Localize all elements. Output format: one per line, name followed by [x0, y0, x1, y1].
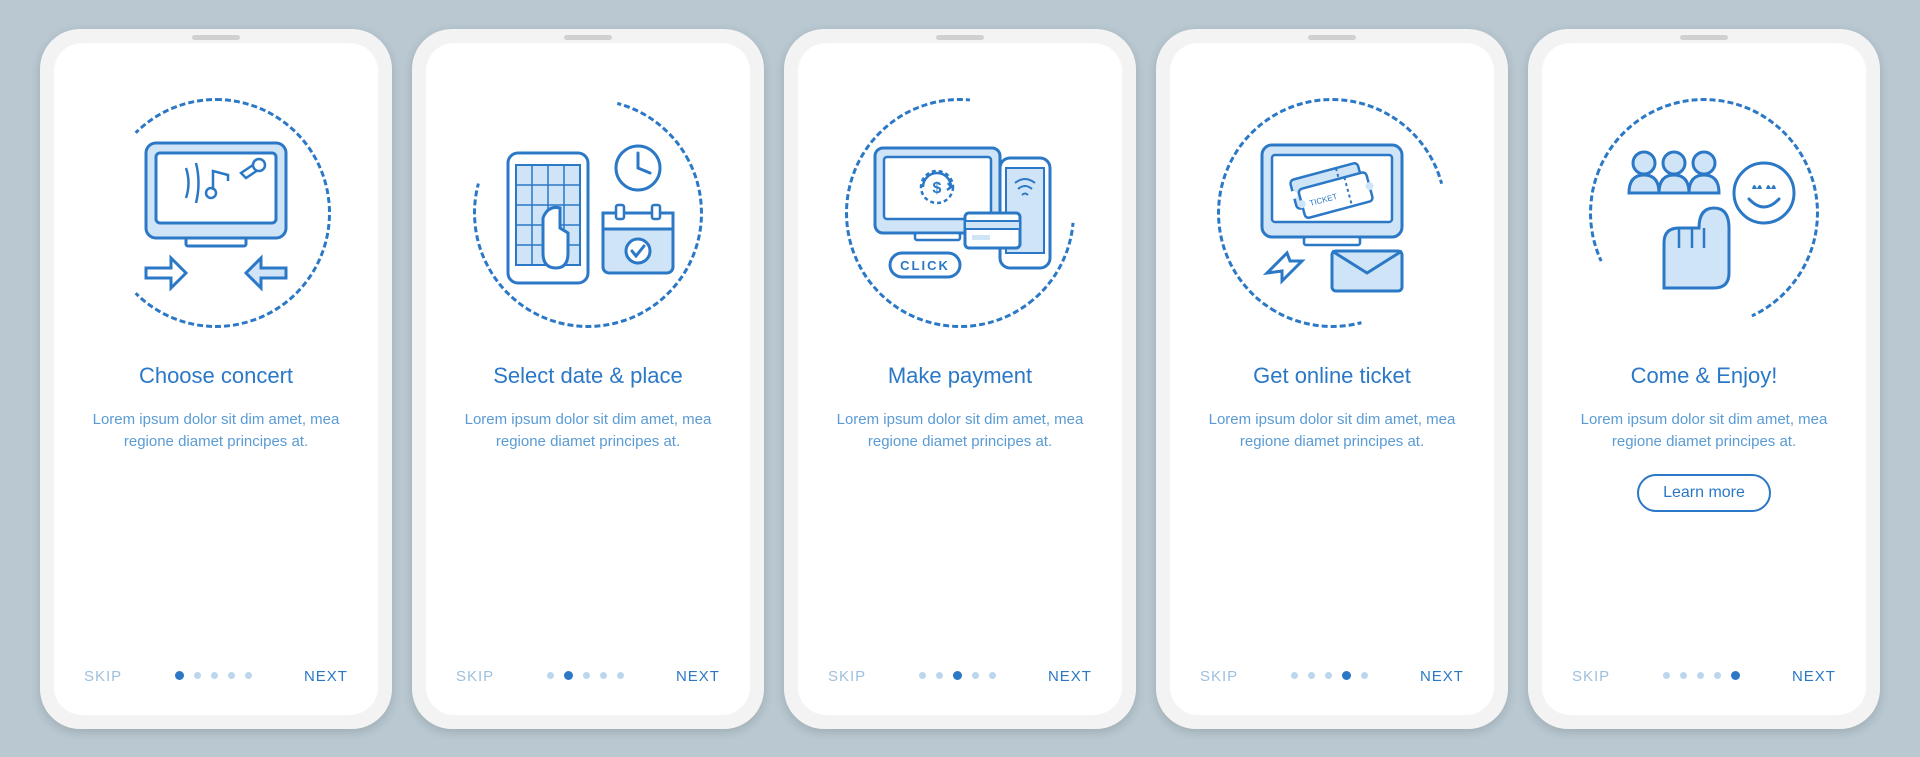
pagination-dot[interactable] — [1361, 672, 1368, 679]
pagination-dot[interactable] — [1308, 672, 1315, 679]
pagination-dot[interactable] — [1714, 672, 1721, 679]
screen-title: Make payment — [888, 363, 1032, 389]
illustration-wrap — [96, 93, 336, 333]
phone-frame: Select date & place Lorem ipsum dolor si… — [412, 29, 764, 729]
screen-description: Lorem ipsum dolor sit dim amet, mea regi… — [1574, 409, 1834, 454]
pagination-dot[interactable] — [1697, 672, 1704, 679]
onboarding-screen-3: $ CLICK Make payment Lorem ipsum dolor s… — [798, 43, 1122, 715]
screen-description: Lorem ipsum dolor sit dim amet, mea regi… — [1202, 409, 1462, 454]
next-button[interactable]: NEXT — [1420, 668, 1464, 685]
pagination-dot[interactable] — [1325, 672, 1332, 679]
pagination-dot[interactable] — [211, 672, 218, 679]
skip-button[interactable]: SKIP — [84, 668, 122, 685]
onboarding-screen-2: Select date & place Lorem ipsum dolor si… — [426, 43, 750, 715]
skip-button[interactable]: SKIP — [828, 668, 866, 685]
pagination-dot[interactable] — [564, 671, 573, 680]
dashed-ring — [431, 55, 745, 369]
pagination-dot[interactable] — [1663, 672, 1670, 679]
pagination-dot[interactable] — [245, 672, 252, 679]
screen-footer: SKIP NEXT — [1200, 668, 1464, 685]
pagination-dots — [1291, 672, 1368, 680]
skip-button[interactable]: SKIP — [1200, 668, 1238, 685]
illustration-wrap: TICKET — [1212, 93, 1452, 333]
onboarding-screen-4: TICKET Get online ticket Lorem ipsum dol… — [1170, 43, 1494, 715]
pagination-dot[interactable] — [600, 672, 607, 679]
pagination-dot[interactable] — [1731, 671, 1740, 680]
pagination-dots — [547, 672, 624, 680]
dashed-ring — [1557, 65, 1852, 360]
pagination-dot[interactable] — [919, 672, 926, 679]
screen-description: Lorem ipsum dolor sit dim amet, mea regi… — [830, 409, 1090, 454]
pagination-dots — [175, 672, 252, 680]
onboarding-screen-5: Come & Enjoy! Lorem ipsum dolor sit dim … — [1542, 43, 1866, 715]
phone-frame: Come & Enjoy! Lorem ipsum dolor sit dim … — [1528, 29, 1880, 729]
next-button[interactable]: NEXT — [1792, 668, 1836, 685]
screen-description: Lorem ipsum dolor sit dim amet, mea regi… — [458, 409, 718, 454]
phone-frame: TICKET Get online ticket Lorem ipsum dol… — [1156, 29, 1508, 729]
pagination-dot[interactable] — [547, 672, 554, 679]
pagination-dot[interactable] — [228, 672, 235, 679]
skip-button[interactable]: SKIP — [456, 668, 494, 685]
screen-title: Get online ticket — [1253, 363, 1411, 389]
next-button[interactable]: NEXT — [304, 668, 348, 685]
pagination-dot[interactable] — [1680, 672, 1687, 679]
illustration-wrap: $ CLICK — [840, 93, 1080, 333]
pagination-dot[interactable] — [175, 671, 184, 680]
onboarding-screen-1: Choose concert Lorem ipsum dolor sit dim… — [54, 43, 378, 715]
dashed-ring — [798, 50, 1122, 374]
screen-footer: SKIP NEXT — [84, 668, 348, 685]
pagination-dots — [919, 672, 996, 680]
learn-more-button[interactable]: Learn more — [1637, 474, 1771, 512]
pagination-dot[interactable] — [1342, 671, 1351, 680]
phone-frame: $ CLICK Make payment Lorem ipsum dolor s… — [784, 29, 1136, 729]
pagination-dot[interactable] — [936, 672, 943, 679]
screen-footer: SKIP NEXT — [456, 668, 720, 685]
screen-title: Choose concert — [139, 363, 293, 389]
dashed-ring — [1175, 55, 1489, 369]
pagination-dot[interactable] — [972, 672, 979, 679]
dashed-ring — [101, 98, 331, 328]
pagination-dot[interactable] — [194, 672, 201, 679]
screen-footer: SKIP NEXT — [828, 668, 1092, 685]
illustration-wrap — [1584, 93, 1824, 333]
next-button[interactable]: NEXT — [676, 668, 720, 685]
pagination-dot[interactable] — [989, 672, 996, 679]
illustration-wrap — [468, 93, 708, 333]
screen-footer: SKIP NEXT — [1572, 668, 1836, 685]
pagination-dot[interactable] — [1291, 672, 1298, 679]
pagination-dot[interactable] — [953, 671, 962, 680]
phone-frame: Choose concert Lorem ipsum dolor sit dim… — [40, 29, 392, 729]
skip-button[interactable]: SKIP — [1572, 668, 1610, 685]
onboarding-row: Choose concert Lorem ipsum dolor sit dim… — [40, 29, 1880, 729]
screen-title: Select date & place — [493, 363, 683, 389]
next-button[interactable]: NEXT — [1048, 668, 1092, 685]
pagination-dots — [1663, 672, 1740, 680]
screen-description: Lorem ipsum dolor sit dim amet, mea regi… — [86, 409, 346, 454]
pagination-dot[interactable] — [583, 672, 590, 679]
pagination-dot[interactable] — [617, 672, 624, 679]
screen-title: Come & Enjoy! — [1631, 363, 1778, 389]
